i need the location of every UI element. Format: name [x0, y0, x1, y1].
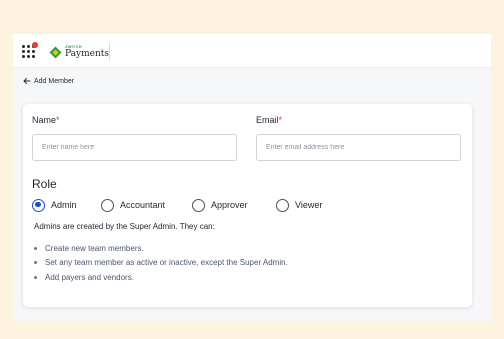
name-input[interactable]: [32, 134, 237, 161]
list-item: Add payers and vendors.: [34, 270, 288, 285]
arrow-left-icon[interactable]: [23, 77, 31, 85]
grid-apps-icon[interactable]: [22, 42, 38, 59]
breadcrumb[interactable]: Add Member: [23, 76, 74, 86]
name-required-mark: *: [56, 115, 60, 125]
email-required-mark: *: [278, 115, 283, 125]
name-label-text: Name: [32, 115, 57, 125]
bullet: [34, 261, 37, 265]
permission-text: Set any team member as active or inactiv…: [45, 258, 288, 268]
role-option-accountant[interactable]: Accountant: [101, 198, 165, 212]
zwitch-logo-icon: [49, 46, 62, 59]
radio-button[interactable]: [276, 198, 289, 212]
role-option-label: Approver: [211, 200, 248, 210]
notification-dot: [32, 42, 38, 48]
list-item: Set any team member as active or inactiv…: [34, 256, 288, 271]
email-label: Email*: [256, 115, 282, 125]
header-divider: [109, 43, 110, 60]
radio-button-checked[interactable]: [32, 198, 45, 212]
role-description: Admins are created by the Super Admin. T…: [34, 222, 215, 231]
bullet: [34, 246, 37, 250]
role-title: Role: [32, 177, 57, 191]
role-option-label: Accountant: [120, 200, 166, 210]
role-option-admin[interactable]: Admin: [32, 198, 77, 212]
radio-button[interactable]: [192, 198, 205, 212]
radio-button[interactable]: [101, 198, 114, 212]
add-member-form-card: Name* Email* Role Admin Accountant Appro…: [23, 104, 472, 307]
name-label: Name*: [32, 115, 60, 125]
role-option-label: Admin: [51, 200, 77, 210]
email-input[interactable]: [256, 134, 461, 161]
role-option-viewer[interactable]: Viewer: [276, 198, 322, 212]
bullet: [34, 275, 37, 279]
role-option-label: Viewer: [295, 200, 323, 210]
top-app-bar: ZWITCH Payments: [13, 34, 491, 68]
list-item: Create new team members.: [34, 241, 288, 256]
email-label-text: Email: [256, 115, 279, 125]
permission-list: Create new team members. Set any team me…: [34, 241, 288, 285]
permission-text: Create new team members.: [45, 243, 144, 253]
permission-text: Add payers and vendors.: [45, 272, 134, 282]
brand-product-name: Payments: [65, 49, 109, 59]
breadcrumb-label: Add Member: [34, 77, 75, 85]
role-option-approver[interactable]: Approver: [192, 198, 248, 212]
app-window: ZWITCH Payments Add Member Name* Email* …: [13, 34, 491, 321]
